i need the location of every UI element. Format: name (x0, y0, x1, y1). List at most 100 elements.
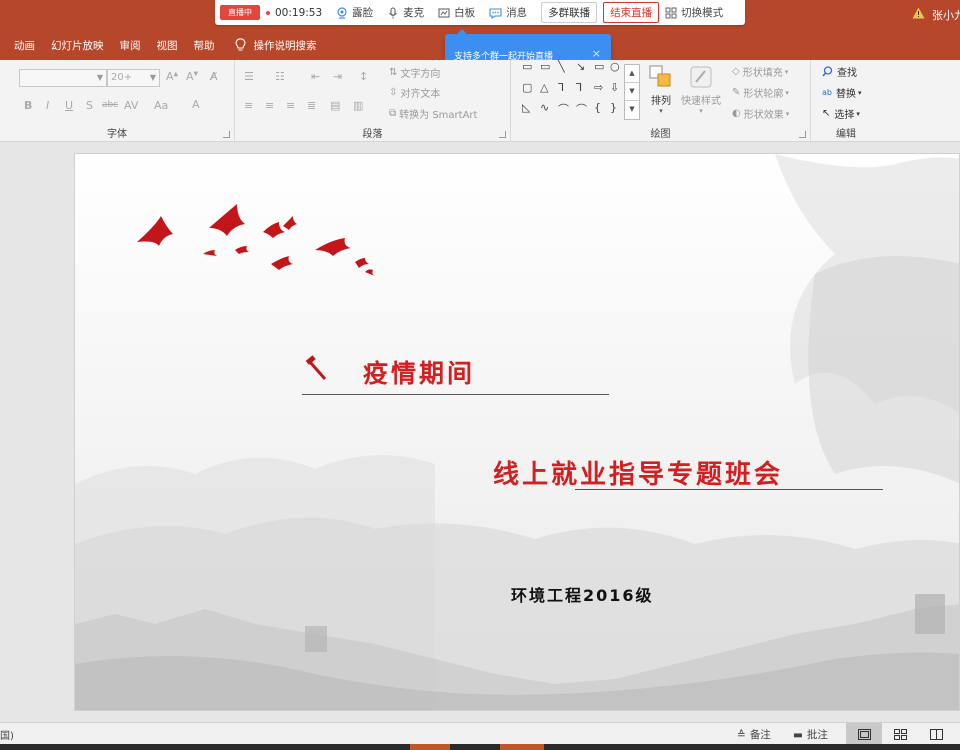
font-size-combo[interactable]: 20+ ▼ (107, 69, 160, 87)
shape-effects-button[interactable]: ◐ 形状效果 ▾ (732, 106, 789, 121)
normal-view-button[interactable] (846, 723, 882, 745)
taskbar-app-2[interactable] (500, 744, 544, 750)
shape-line-icon[interactable]: ╲ (558, 60, 565, 73)
find-button[interactable]: 查找 (822, 64, 857, 79)
shape-brace-left-icon[interactable]: { (594, 101, 601, 114)
font-family-combo[interactable]: ▼ (19, 69, 107, 87)
whiteboard-icon (438, 7, 450, 18)
shape-elbow-icon[interactable]: ⅂ (558, 81, 564, 94)
close-icon[interactable]: × (592, 47, 601, 60)
slide-sorter-button[interactable] (882, 723, 918, 745)
menu-slideshow[interactable]: 幻灯片放映 (51, 38, 104, 53)
convert-smartart-button[interactable]: ⧉ 转换为 SmartArt (389, 106, 477, 121)
shape-elbow2-icon[interactable]: ⅂ (576, 81, 582, 94)
distributed-icon[interactable]: ▤ (330, 99, 340, 112)
cursor-icon: ↖ (822, 108, 831, 119)
shape-arrow-right-icon[interactable]: ⇨ (594, 81, 603, 94)
shrink-font-icon[interactable]: A▼ (186, 70, 198, 83)
shape-rectangle-icon[interactable]: ▭ (522, 60, 532, 73)
align-text-button[interactable]: ⇳ 对齐文本 (389, 85, 440, 100)
shape-rect3-icon[interactable]: ▭ (594, 60, 604, 73)
menu-review[interactable]: 审阅 (120, 38, 141, 53)
slide-title-secondary[interactable]: 线上就业指导专题班会 (493, 454, 783, 491)
comments-button[interactable]: ▬ 批注 (793, 727, 828, 742)
select-label: 选择 (834, 110, 855, 121)
editing-group-label: 编辑 (836, 129, 856, 140)
reading-view-button[interactable] (918, 723, 954, 745)
drawing-dialog-launcher-icon[interactable] (799, 131, 806, 138)
multi-group-broadcast-button[interactable]: 多群联播 (541, 2, 598, 23)
reading-view-icon (929, 728, 943, 740)
shape-rounded-rect-icon[interactable]: ▢ (522, 81, 532, 94)
shape-connector-icon[interactable]: ↘ (576, 60, 585, 73)
clear-formatting-icon[interactable]: A̸ (210, 70, 218, 83)
shape-oval-icon[interactable]: ○ (610, 60, 620, 73)
title-underline-1 (302, 394, 609, 395)
menu-animations[interactable]: 动画 (14, 38, 35, 53)
warning-icon[interactable] (912, 7, 925, 19)
slide-title-primary[interactable]: 疫情期间 (363, 354, 475, 390)
align-left-icon[interactable]: ≡ (244, 99, 253, 112)
shadow-icon[interactable]: S (86, 99, 93, 112)
decrease-indent-icon[interactable]: ⇤ (311, 70, 320, 83)
live-broadcast-toolbar: 直播中 00:19:53 露脸 麦克 白板 消息 多群联播 结束直播 切换模式 (215, 0, 745, 25)
shape-arc2-icon[interactable]: ⌒ (576, 101, 587, 117)
bullets-icon[interactable]: ☰ (244, 70, 254, 83)
shape-outline-button[interactable]: ✎ 形状轮廓 ▾ (732, 85, 789, 100)
slide-subtitle[interactable]: 环境工程2016级 (511, 582, 654, 606)
quick-styles-button[interactable]: 快速样式 ▾ (681, 64, 721, 115)
user-name[interactable]: 张小九 (932, 7, 960, 23)
align-right-icon[interactable]: ≡ (286, 99, 295, 112)
shapes-gallery[interactable]: ▭ ▭ ╲ ↘ ▭ ○ ▢ △ ⅂ ⅂ ⇨ ⇩ ◺ ∿ ⌒ ⌒ { } (520, 60, 640, 120)
text-direction-button[interactable]: ⇅ 文字方向 (389, 65, 440, 80)
underline-icon[interactable]: U (65, 99, 73, 112)
bold-icon[interactable]: B (24, 99, 32, 112)
scroll-up-icon[interactable]: ▲ (625, 65, 639, 83)
justify-icon[interactable]: ≣ (307, 99, 316, 112)
char-spacing-icon[interactable]: AV (124, 99, 138, 112)
menu-view[interactable]: 视图 (157, 38, 178, 53)
gallery-more-icon[interactable]: ▼ (625, 101, 639, 119)
shape-brace-right-icon[interactable]: } (610, 101, 617, 114)
change-case-icon[interactable]: Aa (154, 99, 168, 112)
shape-freeform-icon[interactable]: ◺ (522, 101, 530, 114)
numbering-icon[interactable]: ☷ (275, 70, 285, 83)
os-taskbar (0, 744, 960, 750)
select-button[interactable]: ↖ 选择 ▾ (822, 106, 860, 121)
scroll-down-icon[interactable]: ▼ (625, 83, 639, 101)
paragraph-dialog-launcher-icon[interactable] (499, 131, 506, 138)
shape-rect2-icon[interactable]: ▭ (540, 60, 550, 73)
increase-indent-icon[interactable]: ⇥ (333, 70, 342, 83)
taskbar-app-1[interactable] (410, 744, 450, 750)
notes-button[interactable]: ≙ 备注 (737, 727, 771, 742)
shape-curve-icon[interactable]: ∿ (540, 101, 549, 114)
language-status[interactable]: 国) (0, 727, 14, 742)
line-spacing-icon[interactable]: ↕ (359, 70, 368, 83)
camera-toggle[interactable]: 露脸 (336, 5, 373, 20)
shape-fill-button[interactable]: ◇ 形状填充 ▾ (732, 64, 788, 79)
tell-me-search[interactable]: 操作说明搜索 (235, 38, 317, 53)
font-color-icon[interactable]: A (192, 98, 200, 111)
switch-mode-button[interactable]: 切换模式 (665, 5, 723, 20)
replace-button[interactable]: ab 替换 ▾ (822, 85, 862, 100)
shape-arrow-down-icon[interactable]: ⇩ (610, 81, 619, 94)
align-center-icon[interactable]: ≡ (265, 99, 274, 112)
whiteboard-button[interactable]: 白板 (438, 5, 475, 20)
shape-arc-icon[interactable]: ⌒ (558, 101, 569, 117)
columns-icon[interactable]: ▥ (353, 99, 363, 112)
slide-canvas[interactable]: 疫情期间 线上就业指导专题班会 环境工程2016级 (74, 153, 960, 711)
end-live-button[interactable]: 结束直播 (603, 2, 660, 23)
font-dialog-launcher-icon[interactable] (223, 131, 230, 138)
shapes-gallery-scroll[interactable]: ▲ ▼ ▼ (624, 64, 640, 120)
microphone-toggle[interactable]: 麦克 (387, 5, 424, 20)
strikethrough-icon[interactable]: abc (102, 100, 118, 110)
messages-button[interactable]: 消息 (489, 5, 527, 20)
whiteboard-label: 白板 (454, 7, 476, 19)
grow-font-icon[interactable]: A▲ (166, 70, 178, 83)
italic-icon[interactable]: I (46, 99, 49, 112)
shape-triangle-icon[interactable]: △ (540, 81, 548, 94)
editing-group: 查找 ab 替换 ▾ ↖ 选择 ▾ 编辑 (811, 60, 881, 142)
microphone-label: 麦克 (403, 7, 425, 19)
menu-help[interactable]: 帮助 (194, 38, 215, 53)
arrange-button[interactable]: 排列 ▾ (648, 64, 674, 115)
